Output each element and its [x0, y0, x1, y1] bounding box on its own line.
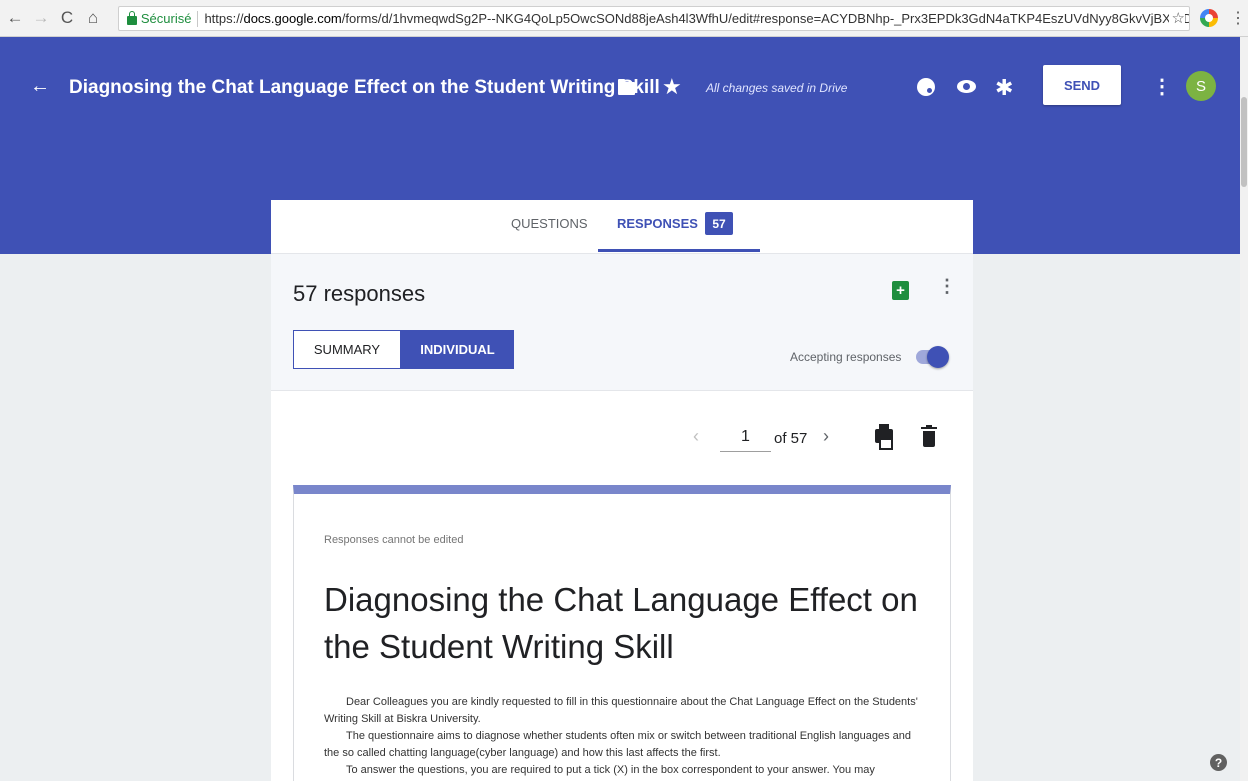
- help-icon[interactable]: ?: [1210, 754, 1227, 771]
- secure-label: Sécurisé: [140, 11, 192, 26]
- account-avatar[interactable]: S: [1186, 71, 1216, 101]
- address-bar[interactable]: Sécurisé https://docs.google.com/forms/d…: [118, 6, 1190, 31]
- toggle-knob[interactable]: [927, 346, 949, 368]
- back-arrow-icon[interactable]: ←: [30, 75, 50, 98]
- star-icon[interactable]: ★: [662, 74, 682, 100]
- url-divider: [197, 10, 199, 27]
- folder-icon[interactable]: [618, 79, 635, 95]
- description-paragraph: The questionnaire aims to diagnose wheth…: [324, 730, 912, 759]
- previous-response-icon[interactable]: ‹: [693, 426, 699, 447]
- individual-view-button[interactable]: INDIVIDUAL: [401, 330, 514, 369]
- form-description: Dear Colleagues you are kindly requested…: [324, 694, 924, 779]
- browser-forward-button[interactable]: →: [30, 7, 52, 29]
- url-path: /forms/d/1hvmeqwdSg2P--NKG4QoLp5OwcSONd8…: [341, 11, 1189, 26]
- preview-eye-icon[interactable]: [957, 80, 976, 93]
- description-paragraph: Dear Colleagues you are kindly requested…: [324, 696, 918, 725]
- next-response-icon[interactable]: ›: [823, 426, 829, 447]
- lock-icon: [127, 11, 137, 25]
- sheets-icon[interactable]: +: [892, 281, 909, 300]
- responses-count-heading: 57 responses: [293, 281, 426, 306]
- individual-response-panel: ‹ 1 of 57 › Responses cannot be edited D…: [271, 390, 973, 781]
- browser-menu-icon[interactable]: ⋮: [1230, 8, 1246, 28]
- form-title: Diagnosing the Chat Language Effect on t…: [324, 581, 918, 665]
- extension-icon[interactable]: [1200, 9, 1218, 27]
- save-status: All changes saved in Drive: [706, 81, 848, 95]
- response-form-view: Responses cannot be edited Diagnosing th…: [293, 485, 951, 781]
- browser-toolbar: ← → C ⌂ Sécurisé https://docs.google.com…: [0, 0, 1248, 37]
- url-text: https://docs.google.com/forms/d/1hvmeqwd…: [204, 11, 1189, 26]
- scrollbar-thumb[interactable]: [1241, 97, 1247, 187]
- browser-home-button[interactable]: ⌂: [82, 7, 104, 29]
- summary-view-button[interactable]: SUMMARY: [293, 330, 401, 369]
- print-icon[interactable]: [875, 424, 893, 450]
- browser-reload-button[interactable]: C: [56, 7, 78, 29]
- url-host: docs.google.com: [243, 11, 342, 26]
- responses-summary-panel: 57 responses + ⋮ SUMMARY INDIVIDUAL Acce…: [271, 253, 973, 390]
- settings-gear-icon[interactable]: ✱: [995, 75, 1013, 101]
- document-title[interactable]: Diagnosing the Chat Language Effect on t…: [69, 77, 660, 99]
- palette-icon[interactable]: [917, 78, 935, 96]
- more-options-icon[interactable]: ⋮: [1152, 74, 1172, 99]
- tab-responses[interactable]: RESPONSES: [617, 216, 698, 231]
- description-paragraph: To answer the questions, you are require…: [346, 764, 875, 776]
- url-scheme: https://: [204, 11, 244, 26]
- response-number-input[interactable]: 1: [720, 428, 771, 452]
- active-tab-indicator: [598, 249, 760, 252]
- page-scrollbar[interactable]: [1240, 37, 1248, 781]
- response-total-label: of 57: [774, 430, 808, 447]
- browser-back-button[interactable]: ←: [4, 7, 26, 29]
- delete-trash-icon[interactable]: [921, 425, 937, 447]
- edit-notice: Responses cannot be edited: [324, 534, 464, 546]
- tab-questions[interactable]: QUESTIONS: [511, 216, 588, 231]
- responses-more-icon[interactable]: ⋮: [938, 276, 956, 297]
- form-tabs: QUESTIONS RESPONSES 57: [271, 200, 973, 253]
- bookmark-star-icon[interactable]: ☆: [1168, 9, 1185, 27]
- accepting-responses-label: Accepting responses: [790, 350, 902, 364]
- send-button[interactable]: SEND: [1043, 65, 1121, 105]
- responses-count-badge: 57: [705, 212, 733, 235]
